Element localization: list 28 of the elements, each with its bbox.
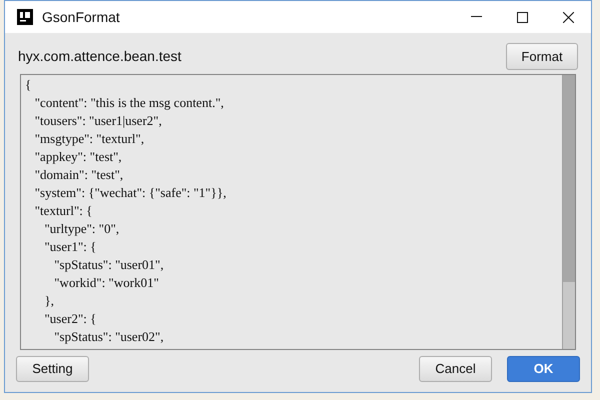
scrollbar-thumb[interactable] — [563, 75, 575, 282]
ok-button[interactable]: OK — [507, 356, 580, 382]
code-line: "msgtype": "texturl", — [34, 130, 146, 148]
json-text-area[interactable] — [20, 74, 576, 350]
class-name-label: hyx.com.attence.bean.test — [18, 47, 182, 66]
code-line: "workid": "work01" — [53, 274, 160, 292]
app-logo-icon — [17, 9, 33, 25]
code-line: "user2": { — [44, 310, 98, 328]
cancel-button[interactable]: Cancel — [419, 356, 492, 382]
code-line: "system": {"wechat": {"safe": "1"}}, — [34, 184, 228, 202]
maximize-icon — [516, 12, 528, 22]
code-line: "domain": "test", — [34, 166, 124, 184]
code-line: "spStatus": "user01", — [53, 256, 165, 274]
code-line: { — [25, 76, 32, 94]
code-line: "tousers": "user1|user2", — [34, 112, 163, 130]
scrollbar-track[interactable] — [562, 75, 575, 349]
close-icon — [562, 12, 574, 22]
code-line: "content": "this is the msg content.", — [34, 94, 225, 112]
code-line: "appkey": "test", — [34, 148, 123, 166]
window-title: GsonFormat — [42, 8, 120, 26]
setting-button[interactable]: Setting — [16, 356, 89, 382]
code-line: "user1": { — [44, 238, 98, 256]
format-button[interactable]: Format — [506, 43, 578, 70]
code-line: "texturl": { — [34, 202, 94, 220]
code-line: "spStatus": "user02", — [53, 328, 165, 346]
code-line: "urltype": "0", — [44, 220, 120, 238]
code-line: }, — [44, 292, 55, 310]
minimize-icon — [470, 16, 482, 18]
